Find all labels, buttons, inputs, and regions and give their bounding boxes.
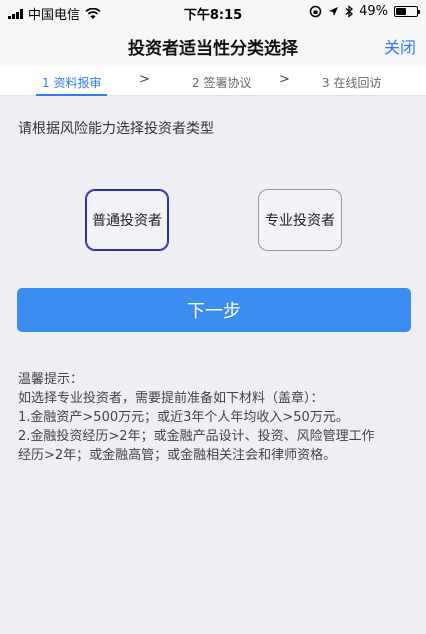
page-title: 投资者适当性分类选择 bbox=[128, 39, 298, 59]
rotation-lock-icon bbox=[309, 5, 322, 18]
step-1: 1 资料报审 bbox=[35, 76, 108, 96]
battery-icon bbox=[394, 6, 420, 17]
chevron-right-icon: > bbox=[139, 72, 150, 87]
step-2: 2 签署协议 bbox=[192, 76, 252, 90]
tips-section: 温馨提示： 如选择专业投资者，需要提前准备如下材料（盖章）： 1.金融资产>50… bbox=[18, 370, 418, 465]
status-right: 49% bbox=[309, 4, 420, 19]
close-button[interactable]: 关闭 bbox=[384, 34, 416, 58]
battery-percent: 49% bbox=[359, 4, 388, 19]
battery-fill bbox=[396, 8, 406, 15]
location-icon bbox=[329, 7, 339, 16]
tips-line: 如选择专业投资者，需要提前准备如下材料（盖章）： bbox=[18, 391, 324, 406]
step-3: 3 在线回访 bbox=[322, 76, 382, 90]
tips-line: 2.金融投资经历>2年；或金融产品设计、投资、风险管理工作 bbox=[18, 429, 375, 444]
nav-bar: 投资者适当性分类选择 关闭 bbox=[0, 24, 426, 66]
progress-steps: 1 资料报审 > 2 签署协议 > 3 在线回访 bbox=[0, 66, 426, 96]
tips-line: 1.金融资产>500万元；或近3年个人年均收入>50万元。 bbox=[18, 410, 349, 425]
tips-heading: 温馨提示： bbox=[18, 372, 84, 387]
selection-prompt: 请根据风险能力选择投资者类型 bbox=[18, 121, 214, 137]
ordinary-investor-option[interactable]: 普通投资者 bbox=[85, 189, 169, 251]
next-button[interactable]: 下一步 bbox=[17, 288, 411, 332]
tips-line: 经历>2年；或金融高管；或金融相关注会和律师资格。 bbox=[18, 448, 337, 463]
bluetooth-icon bbox=[345, 5, 354, 18]
status-bar: 中国电信 下午8:15 49% bbox=[0, 0, 426, 24]
professional-investor-option[interactable]: 专业投资者 bbox=[258, 189, 342, 251]
chevron-right-icon: > bbox=[279, 72, 290, 87]
